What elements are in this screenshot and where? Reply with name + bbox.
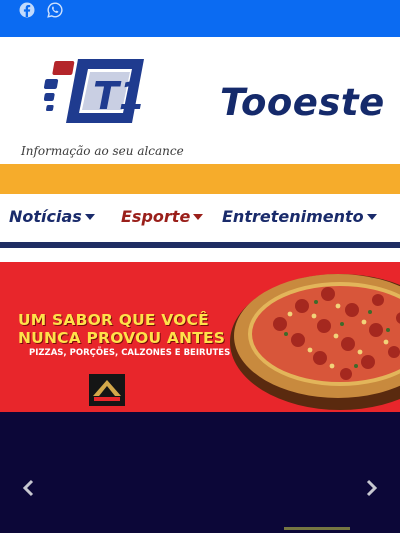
- whatsapp-icon[interactable]: [47, 2, 63, 18]
- nav-divider: [0, 242, 400, 248]
- chevron-right-icon[interactable]: [364, 478, 380, 498]
- nav-item-label: Esporte: [121, 207, 191, 226]
- chevron-left-icon[interactable]: [20, 478, 36, 498]
- site-logo[interactable]: T1: [44, 53, 150, 131]
- accent-band: [0, 164, 400, 194]
- pizza-ad-banner[interactable]: UM SABOR QUE VOCÊ NUNCA PROVOU ANTES PIZ…: [0, 262, 400, 412]
- logo-text: T1: [93, 74, 145, 118]
- ad-headline-2: NUNCA PROVOU ANTES: [18, 329, 226, 347]
- caret-down-icon: [366, 213, 377, 220]
- slide-indicator: [284, 527, 350, 530]
- nav-item-label: Entretenimento: [222, 207, 364, 226]
- facebook-icon[interactable]: [19, 2, 35, 18]
- nav-item-noticias[interactable]: Notícias: [9, 207, 95, 226]
- social-bar: [0, 0, 400, 37]
- site-brand-name[interactable]: Tooeste: [220, 81, 385, 124]
- ad-headline-1: UM SABOR QUE VOCÊ: [18, 311, 209, 329]
- nav-item-entretenimento[interactable]: Entretenimento: [222, 207, 377, 226]
- ad-subline: PIZZAS, PORÇÕES, CALZONES E BEIRUTES: [29, 348, 231, 358]
- site-tagline: Informação ao seu alcance: [21, 144, 184, 158]
- nav-item-esporte[interactable]: Esporte: [121, 207, 204, 226]
- caret-down-icon: [84, 213, 95, 220]
- caret-down-icon: [193, 213, 204, 220]
- site-header: T1 Informação ao seu alcance Tooeste: [0, 37, 400, 164]
- pizza-image: [230, 274, 400, 410]
- main-nav: Notícias Esporte Entretenimento: [0, 194, 400, 242]
- ad-carousel: UM SABOR QUE VOCÊ NUNCA PROVOU ANTES PIZ…: [0, 262, 400, 533]
- pizzeria-logo: [89, 374, 125, 406]
- nav-item-label: Notícias: [9, 207, 82, 226]
